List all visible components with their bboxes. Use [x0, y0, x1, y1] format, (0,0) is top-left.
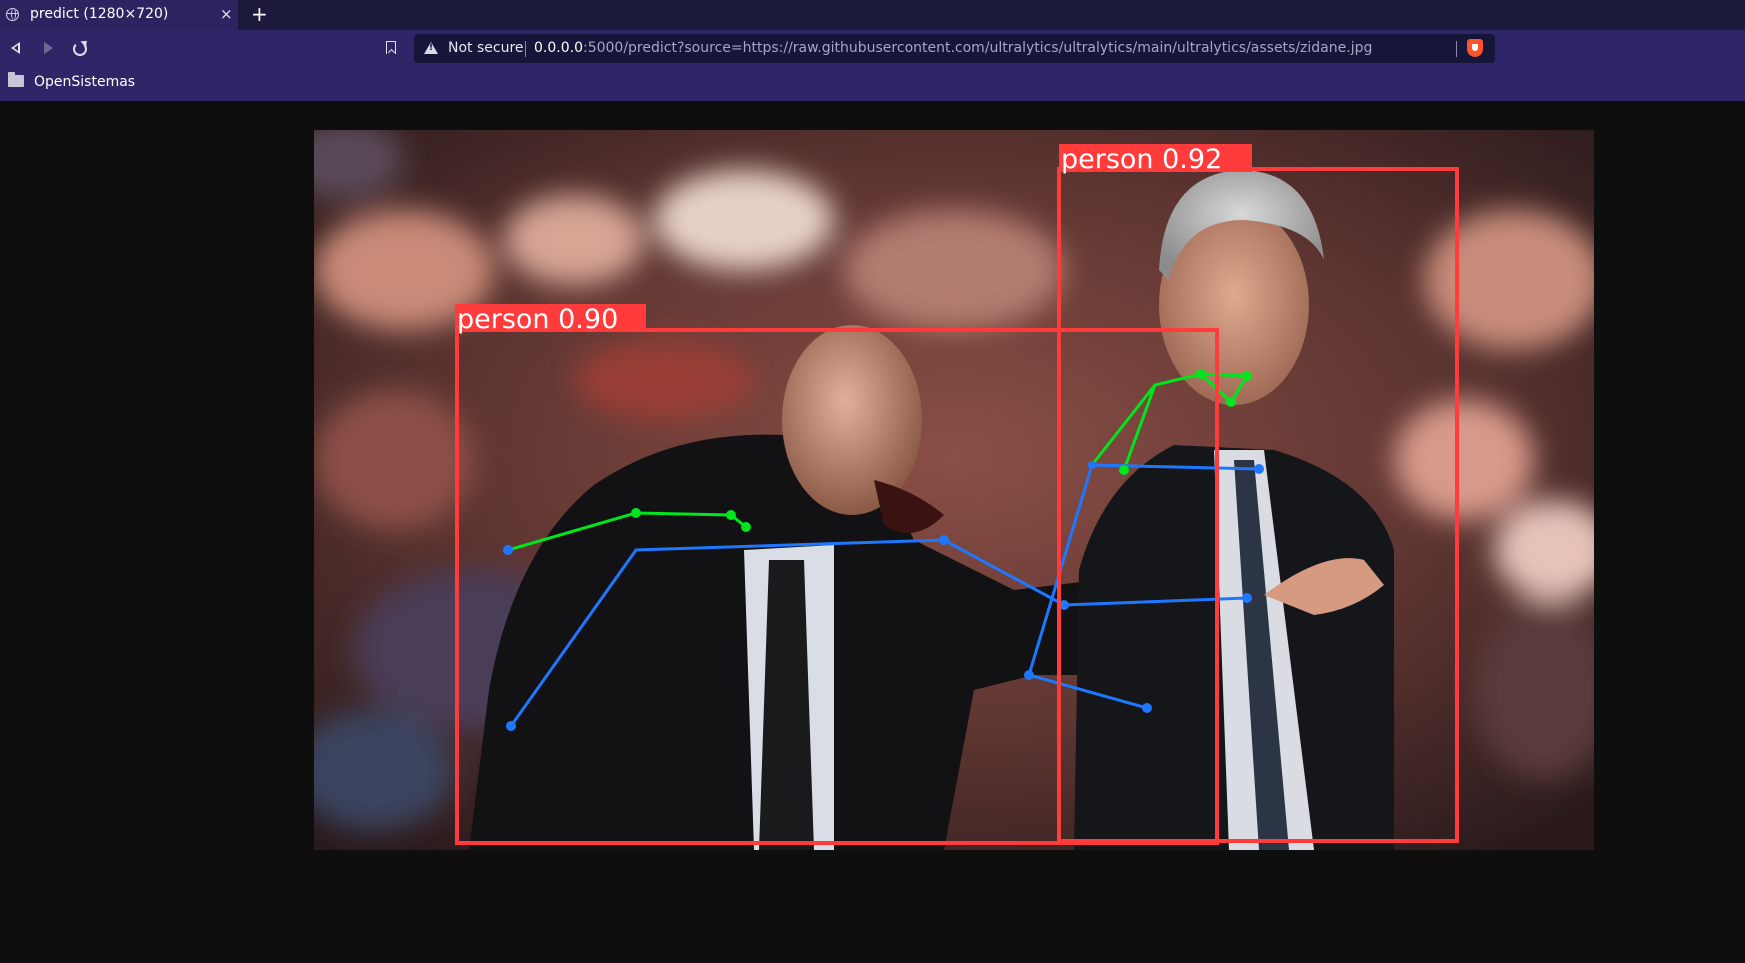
bookmark-folder-opensistemas[interactable]: OpenSistemas [34, 74, 135, 90]
active-tab[interactable]: predict (1280×720) × [0, 0, 238, 30]
bookmarks-bar: OpenSistemas [0, 67, 1745, 101]
keypoint [1254, 464, 1264, 474]
keypoint [939, 535, 949, 545]
keypoint [503, 545, 513, 555]
browser-toolbar: Not secure 0.0.0.0:5000/predict?source=h… [0, 30, 1745, 67]
close-tab-icon[interactable]: × [220, 5, 233, 23]
url-text[interactable]: 0.0.0.0:5000/predict?source=https://raw.… [534, 40, 1372, 56]
annotated-photo: person 0.90 person 0.92 [314, 130, 1594, 850]
keypoint [1088, 461, 1096, 469]
tab-strip: predict (1280×720) × + [0, 0, 1745, 30]
url-host: 0.0.0.0 [534, 40, 583, 56]
forward-icon[interactable] [40, 39, 58, 57]
bookmark-icon[interactable] [386, 41, 396, 54]
prediction-image: person 0.90 person 0.92 [314, 130, 1594, 850]
warning-icon[interactable] [424, 42, 438, 54]
brave-shield-icon[interactable] [1467, 39, 1483, 57]
keypoint [1242, 593, 1252, 603]
reload-icon[interactable] [70, 39, 88, 57]
back-icon[interactable] [8, 39, 26, 57]
keypoint [1196, 369, 1206, 379]
globe-icon [6, 8, 19, 21]
keypoint [1242, 371, 1252, 381]
keypoint [741, 522, 751, 532]
keypoint [506, 721, 516, 731]
keypoint [726, 510, 736, 520]
url-path: :5000/predict?source=https://raw.githubu… [582, 40, 1373, 56]
keypoint [1119, 465, 1129, 475]
address-bar[interactable]: Not secure 0.0.0.0:5000/predict?source=h… [414, 34, 1495, 63]
box-label: person 0.90 [457, 304, 618, 335]
box-label: person 0.92 [1061, 144, 1222, 175]
folder-icon [8, 72, 24, 87]
keypoint [1142, 703, 1152, 713]
new-tab-button[interactable]: + [251, 2, 268, 26]
tab-title: predict (1280×720) [30, 6, 169, 22]
security-status[interactable]: Not secure [448, 40, 524, 56]
keypoint [1024, 670, 1034, 680]
divider [525, 41, 526, 57]
keypoint [631, 508, 641, 518]
keypoint [1226, 397, 1236, 407]
divider [1456, 41, 1457, 57]
